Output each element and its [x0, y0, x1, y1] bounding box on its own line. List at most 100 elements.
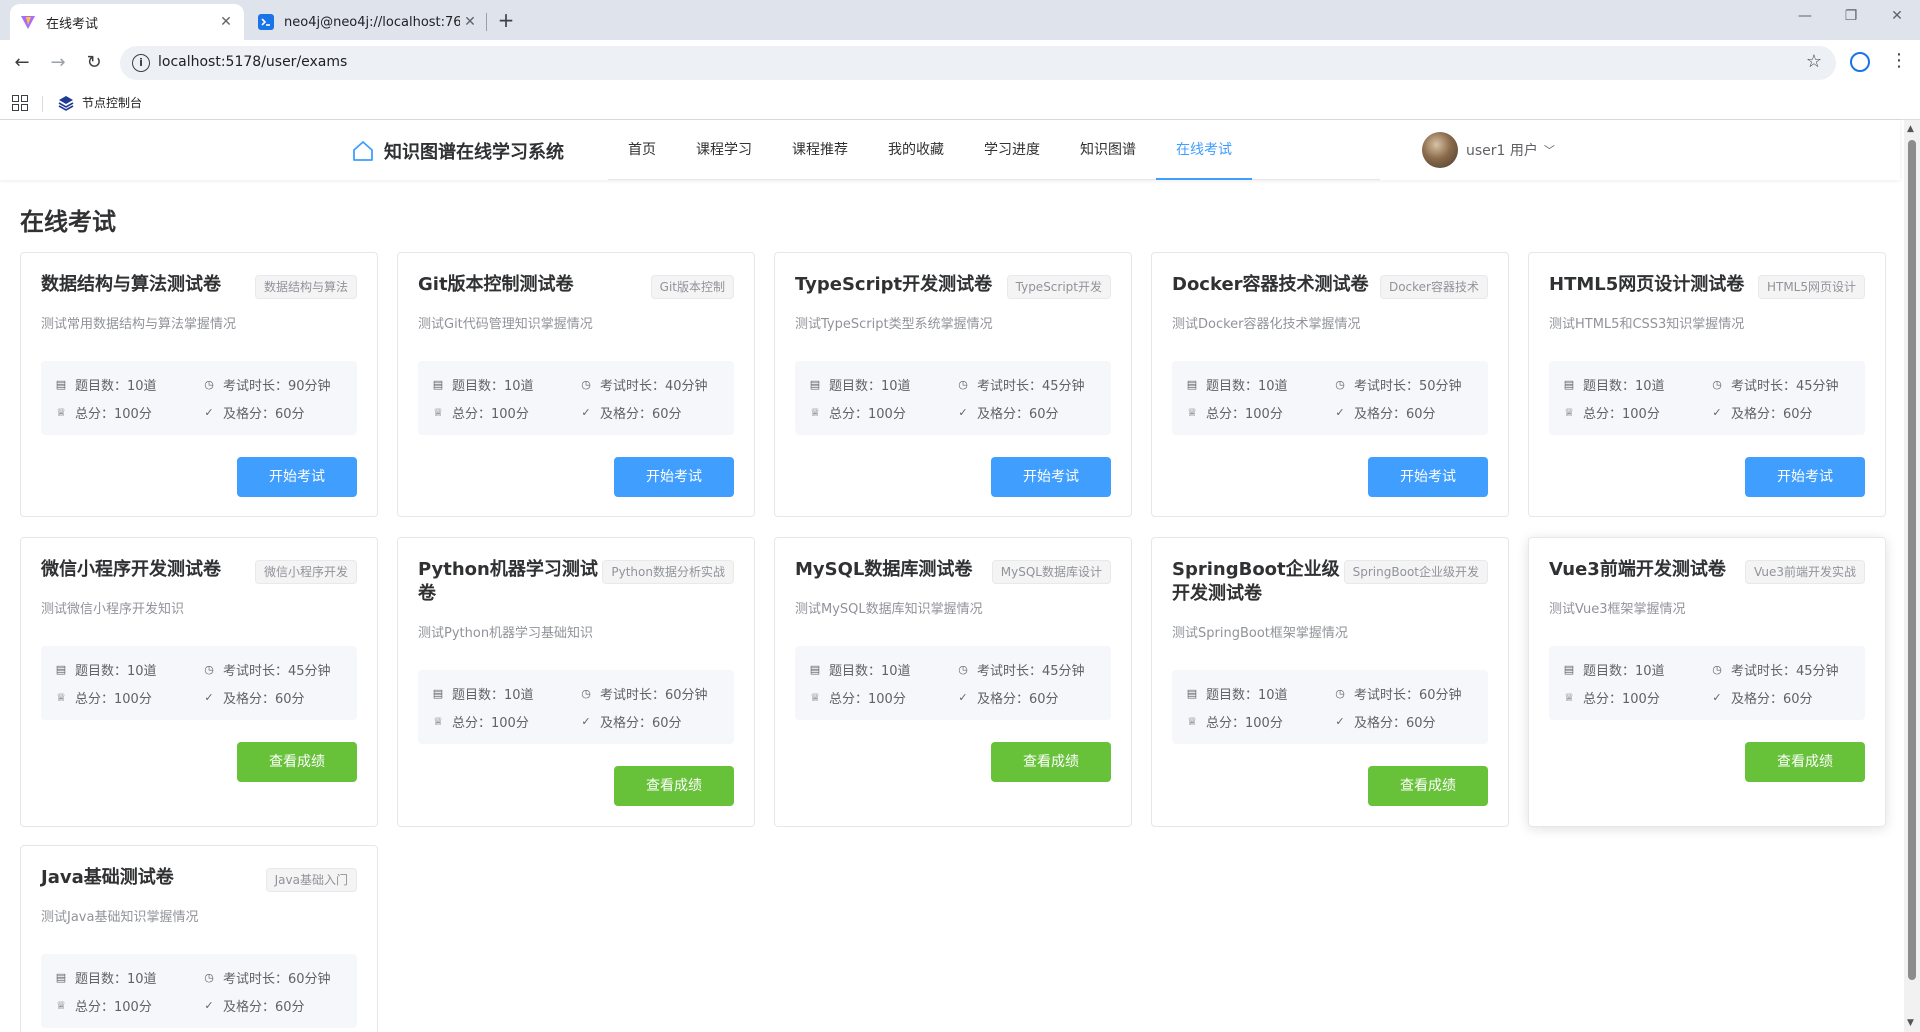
- bookmarks-bar: 节点控制台: [0, 86, 1920, 120]
- stat-value: 100分: [491, 407, 529, 422]
- stat-value: 10道: [127, 972, 157, 987]
- stat-label: 及格分：: [223, 1000, 276, 1015]
- stat-pass: ✓ 及格分： 60分: [957, 403, 1059, 422]
- stat-value: 45分钟: [1042, 664, 1085, 679]
- view-score-button[interactable]: 查看成绩: [614, 766, 734, 806]
- trophy-icon: ♕: [810, 405, 820, 419]
- exam-card: Vue3前端开发测试卷 Vue3前端开发实战 测试Vue3框架掌握情况 ▤ 题目数： 10…: [1528, 537, 1886, 827]
- exam-stats: ▤ 题目数： 10道 ◷ 考试时长： 45分钟 ♕ 总分： 100分 ✓ 及格分： 60分: [795, 646, 1111, 720]
- scrollbar-thumb[interactable]: [1908, 140, 1916, 980]
- exam-stats: ▤ 题目数： 10道 ◷ 考试时长： 90分钟 ♕ 总分： 100分 ✓ 及格分： 60分: [41, 361, 357, 435]
- stat-value: 60分: [1029, 407, 1059, 422]
- stat-label: 题目数：: [75, 664, 128, 679]
- stat-value: 60分: [1029, 692, 1059, 707]
- view-score-button[interactable]: 查看成绩: [1745, 742, 1865, 782]
- trophy-icon: ♕: [1187, 714, 1197, 728]
- view-score-button[interactable]: 查看成绩: [1368, 766, 1488, 806]
- start-exam-button[interactable]: 开始考试: [991, 457, 1111, 497]
- exam-stats: ▤ 题目数： 10道 ◷ 考试时长： 45分钟 ♕ 总分： 100分 ✓ 及格分： 60分: [1549, 361, 1865, 435]
- forward-icon[interactable]: →: [46, 52, 70, 76]
- bookmark-separator: [42, 96, 43, 112]
- back-icon[interactable]: ←: [10, 52, 34, 76]
- stat-questions: ▤ 题目数： 10道: [1186, 684, 1288, 703]
- new-tab-icon[interactable]: +: [494, 9, 518, 33]
- stat-pass: ✓ 及格分： 60分: [580, 403, 681, 422]
- stat-total: ♕ 总分： 100分: [809, 688, 906, 707]
- check-circle-icon: ✓: [1335, 714, 1345, 728]
- start-exam-button[interactable]: 开始考试: [237, 457, 357, 497]
- exam-description: 测试HTML5和CSS3知识掌握情况: [1549, 317, 1745, 332]
- close-tab-icon[interactable]: ✕: [460, 14, 480, 30]
- page-scrollbar[interactable]: ▲ ▼: [1904, 120, 1920, 1032]
- home-icon: [353, 141, 373, 161]
- address-bar[interactable]: i localhost:5178/user/exams ☆: [120, 46, 1836, 80]
- stat-value: 100分: [1622, 407, 1660, 422]
- stat-label: 及格分：: [1731, 692, 1784, 707]
- stat-label: 考试时长：: [1354, 688, 1420, 703]
- exam-card-header: Vue3前端开发测试卷 Vue3前端开发实战: [1549, 558, 1865, 584]
- stat-label: 考试时长：: [223, 664, 289, 679]
- reload-icon[interactable]: ↻: [82, 52, 106, 76]
- stat-questions: ▤ 题目数： 10道: [809, 375, 911, 394]
- profile-icon[interactable]: [1850, 52, 1870, 72]
- stat-label: 总分：: [75, 407, 115, 422]
- document-icon: ▤: [432, 377, 444, 391]
- nav-item-courses[interactable]: 课程学习: [676, 120, 772, 180]
- brand-title: 知识图谱在线学习系统: [384, 142, 564, 163]
- start-exam-button[interactable]: 开始考试: [1368, 457, 1488, 497]
- user-menu[interactable]: user1 用户 ﹀: [1422, 132, 1555, 168]
- close-window-icon[interactable]: ✕: [1882, 8, 1912, 24]
- bookmark-label: 节点控制台: [82, 96, 143, 110]
- stat-questions: ▤ 题目数： 10道: [1186, 375, 1288, 394]
- restore-icon[interactable]: ❐: [1836, 8, 1866, 24]
- trophy-icon: ♕: [56, 405, 66, 419]
- start-exam-button[interactable]: 开始考试: [614, 457, 734, 497]
- scroll-down-icon[interactable]: ▼: [1907, 1018, 1914, 1028]
- stat-label: 题目数：: [829, 379, 882, 394]
- exam-card: Python机器学习测试卷 Python数据分析实战 测试Python机器学习基础知…: [397, 537, 755, 827]
- stat-questions: ▤ 题目数： 10道: [1563, 375, 1665, 394]
- stat-label: 总分：: [1583, 407, 1623, 422]
- browser-tab-neo4j[interactable]: neo4j@neo4j://localhost:768 ✕: [256, 4, 488, 40]
- exam-course-tag: Vue3前端开发实战: [1744, 560, 1865, 584]
- minimize-icon[interactable]: —: [1790, 8, 1820, 24]
- bookmark-star-icon[interactable]: ☆: [1806, 51, 1822, 72]
- view-score-button[interactable]: 查看成绩: [991, 742, 1111, 782]
- site-info-icon[interactable]: i: [132, 54, 150, 72]
- brand[interactable]: 知识图谱在线学习系统: [352, 138, 564, 164]
- close-tab-icon[interactable]: ✕: [216, 14, 236, 30]
- start-exam-button[interactable]: 开始考试: [1745, 457, 1865, 497]
- nav-item-recommend[interactable]: 课程推荐: [772, 120, 868, 180]
- stat-label: 总分：: [1583, 692, 1623, 707]
- stat-duration: ◷ 考试时长： 45分钟: [957, 660, 1085, 679]
- stat-value: 10道: [504, 688, 534, 703]
- exam-card-header: SpringBoot企业级开发测试卷 SpringBoot企业级开发: [1172, 558, 1488, 606]
- main-nav: 首页 课程学习 课程推荐 我的收藏 学习进度 知识图谱 在线考试: [608, 120, 1380, 180]
- bookmark-item[interactable]: 节点控制台: [58, 94, 142, 111]
- nav-item-exams[interactable]: 在线考试: [1156, 120, 1252, 180]
- stat-value: 45分钟: [1796, 379, 1839, 394]
- browser-tab-active[interactable]: 在线考试 ✕: [10, 4, 244, 40]
- exam-course-tag: Git版本控制: [650, 275, 734, 299]
- stat-pass: ✓ 及格分： 60分: [1334, 712, 1435, 731]
- apps-grid-icon[interactable]: [12, 95, 28, 111]
- nav-item-progress[interactable]: 学习进度: [964, 120, 1060, 180]
- exam-title: 微信小程序开发测试卷: [41, 559, 221, 580]
- stat-total: ♕ 总分： 100分: [432, 403, 529, 422]
- nav-item-home[interactable]: 首页: [608, 120, 676, 180]
- view-score-button[interactable]: 查看成绩: [237, 742, 357, 782]
- stat-value: 45分钟: [1796, 664, 1839, 679]
- nav-item-knowledge-graph[interactable]: 知识图谱: [1060, 120, 1156, 180]
- scroll-up-icon[interactable]: ▲: [1907, 124, 1914, 134]
- exam-card-header: HTML5网页设计测试卷 HTML5网页设计: [1549, 273, 1865, 299]
- url-text[interactable]: localhost:5178/user/exams: [158, 54, 347, 70]
- timer-icon: ◷: [1712, 662, 1722, 676]
- avatar[interactable]: [1422, 132, 1458, 168]
- stat-label: 及格分：: [600, 716, 653, 731]
- exam-description: 测试SpringBoot框架掌握情况: [1172, 626, 1348, 641]
- stat-total: ♕ 总分： 100分: [1186, 712, 1283, 731]
- exam-card: Docker容器技术测试卷 Docker容器技术 测试Docker容器化技术掌握情况…: [1151, 252, 1509, 517]
- menu-kebab-icon[interactable]: ⋮: [1890, 50, 1908, 71]
- nav-item-favorites[interactable]: 我的收藏: [868, 120, 964, 180]
- layers-icon: [58, 95, 74, 111]
